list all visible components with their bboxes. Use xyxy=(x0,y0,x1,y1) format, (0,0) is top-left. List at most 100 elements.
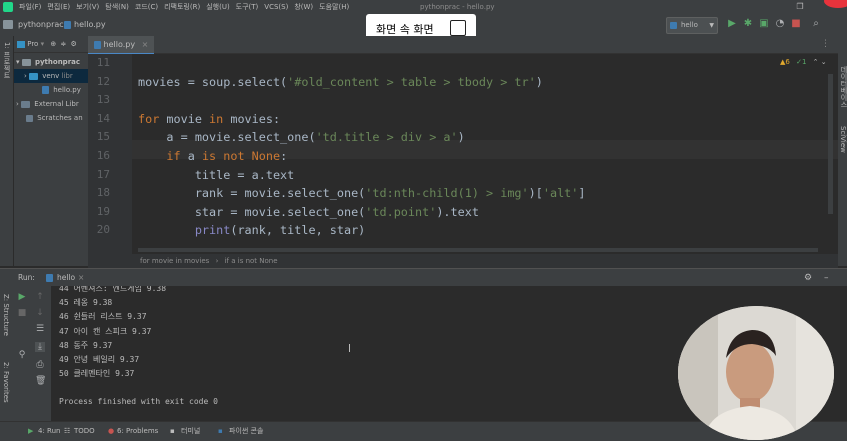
editor-tab-bar: hello.py × ⋮ xyxy=(88,36,838,55)
arrow-down-icon[interactable]: ↓ xyxy=(35,308,45,318)
breadcrumb-separator: › xyxy=(57,20,61,29)
chevron-down-icon[interactable]: ⌄ xyxy=(821,58,827,66)
console-line: Process finished with exit code 0 xyxy=(59,396,218,406)
line-number: 19 xyxy=(96,204,110,218)
project-tool-tab[interactable]: 1: 프로젝트 xyxy=(2,42,12,79)
bottom-tab-todo[interactable]: TODO xyxy=(74,422,95,441)
sciview-tool-tab[interactable]: SciView xyxy=(839,126,847,153)
scratches-icon xyxy=(26,114,33,122)
menu-item[interactable]: 파일(F) xyxy=(16,0,44,14)
structure-tool-tab[interactable]: Z: Structure xyxy=(2,294,10,336)
run-tab-hello[interactable]: hello xyxy=(57,269,75,287)
search-icon[interactable]: ⌕ xyxy=(810,18,822,30)
inspection-widget[interactable]: ▲6 ✓1 ⌃ ⌄ xyxy=(780,58,827,66)
text-cursor xyxy=(349,344,350,352)
run-configuration-select[interactable]: hello ▼ xyxy=(666,17,718,34)
tree-item-venv[interactable]: › venv libr xyxy=(14,69,88,83)
chevron-up-icon[interactable]: ⌃ xyxy=(813,58,819,66)
favorites-tool-tab[interactable]: 2: Favorites xyxy=(2,362,10,403)
minimize-icon[interactable]: – xyxy=(824,269,829,287)
run-icon: ▶ xyxy=(28,427,34,435)
menu-item[interactable]: VCS(S) xyxy=(261,0,291,14)
breadcrumb-for-loop[interactable]: for movie in movies xyxy=(140,257,209,265)
folder-icon xyxy=(29,72,39,80)
tree-item-hello-py[interactable]: hello.py xyxy=(14,83,88,97)
menu-item[interactable]: 탐색(N) xyxy=(102,0,132,14)
chevron-down-icon: ▾ xyxy=(40,40,45,48)
more-icon[interactable]: ⋮ xyxy=(821,39,830,49)
console-line: 47 아이 캔 스피크 9.37 xyxy=(59,326,152,336)
code-token: for xyxy=(138,111,160,126)
tree-item-external-libraries[interactable]: › External Libr xyxy=(14,97,88,111)
menu-item[interactable]: 창(W) xyxy=(291,0,316,14)
python-file-icon xyxy=(42,86,49,94)
locate-icon[interactable]: ⊕ xyxy=(50,40,56,48)
stop-icon[interactable]: ■ xyxy=(790,18,802,30)
line-number: 11 xyxy=(96,56,110,69)
pip-label: 화면 속 화면 xyxy=(376,23,434,36)
bottom-tab-terminal[interactable]: 터미널 xyxy=(181,422,200,441)
run-icon[interactable]: ▶ xyxy=(726,18,738,30)
gear-icon[interactable]: ⚙ xyxy=(71,40,77,48)
code-token: )[ xyxy=(528,186,543,201)
profile-icon[interactable]: ◔ xyxy=(774,18,786,30)
stop-icon[interactable]: ■ xyxy=(17,308,27,318)
menu-item[interactable]: 코드(C) xyxy=(132,0,161,14)
console-line: 49 안녕 베일리 9.37 xyxy=(59,355,140,364)
tree-item-label: hello.py xyxy=(53,86,81,94)
menu-item[interactable]: 도구(T) xyxy=(233,0,262,14)
project-panel-header: Pro ▾ ⊕ ≑ ⚙ xyxy=(14,36,88,53)
python-file-icon xyxy=(94,40,101,49)
arrow-up-icon[interactable]: ↑ xyxy=(35,292,45,302)
code-token: rank = movie.select_one( xyxy=(138,186,366,201)
breadcrumb-if[interactable]: if a is not None xyxy=(225,257,278,265)
tree-item-project-root[interactable]: ▾ pythonprac xyxy=(14,55,88,69)
database-tool-tab[interactable]: 데이터베이스 xyxy=(839,66,847,108)
weak-warning-count: ✓1 xyxy=(796,58,807,66)
pin-icon[interactable]: ⚲ xyxy=(17,350,27,360)
code-token: print xyxy=(194,223,231,238)
editor-scrollbar[interactable] xyxy=(828,74,833,214)
terminal-icon: ▪ xyxy=(170,427,175,435)
soft-wrap-icon[interactable]: ☰ xyxy=(35,324,45,334)
code-token: 'td.title > div > a' xyxy=(315,130,458,145)
debug-icon[interactable]: ✱ xyxy=(742,18,754,30)
tab-label: hello.py xyxy=(103,40,136,49)
menu-item[interactable]: 리팩토링(R) xyxy=(161,0,203,14)
menu-item[interactable]: 실행(U) xyxy=(203,0,232,14)
horizontal-scrollbar[interactable] xyxy=(138,248,818,252)
breadcrumb-file[interactable]: hello.py xyxy=(74,14,106,36)
code-token: (rank, title, star) xyxy=(230,223,366,238)
code-editor[interactable]: 11 12 movies = soup.select('#old_content >… xyxy=(88,54,838,254)
pip-toggle-icon[interactable] xyxy=(450,20,466,36)
bottom-tab-problems[interactable]: 6: Problems xyxy=(117,422,158,441)
tree-item-scratches[interactable]: Scratches an xyxy=(14,111,88,125)
list-icon: ☷ xyxy=(64,427,71,435)
menu-item[interactable]: 도움말(H) xyxy=(316,0,352,14)
bottom-tab-run[interactable]: 4: Run xyxy=(38,422,60,441)
menu-item[interactable]: 편집(E) xyxy=(44,0,73,14)
warning-count: ▲6 xyxy=(780,58,790,66)
chevron-right-icon: › xyxy=(16,100,19,108)
code-token: 'td.point' xyxy=(365,204,437,219)
restore-icon[interactable]: ❐ xyxy=(790,0,810,14)
gear-icon[interactable]: ⚙ xyxy=(804,269,812,287)
collapse-icon[interactable]: ≑ xyxy=(60,40,66,48)
trash-icon[interactable]: 🗑 xyxy=(35,376,46,386)
code-line: title = a.text xyxy=(138,168,294,182)
coverage-icon[interactable]: ▣ xyxy=(758,18,770,30)
tab-hello-py[interactable]: hello.py × xyxy=(88,36,155,55)
code-token: '#old_content > table > tbody > tr' xyxy=(287,74,536,89)
menu-item[interactable]: 보기(V) xyxy=(73,0,102,14)
close-icon[interactable]: × xyxy=(142,40,149,49)
line-number: 14 xyxy=(96,111,110,125)
rerun-icon[interactable]: ▶ xyxy=(17,292,27,302)
code-line: if a is not None: xyxy=(138,149,287,163)
console-line: 46 쉰들러 리스트 9.37 xyxy=(59,312,147,322)
scroll-to-end-icon[interactable]: ⤓ xyxy=(35,342,45,352)
bottom-tab-python-console[interactable]: 파이썬 콘솔 xyxy=(229,422,263,441)
close-icon[interactable]: × xyxy=(78,269,84,287)
project-view-label[interactable]: Pro xyxy=(27,40,38,48)
print-icon[interactable]: ⎙ xyxy=(35,360,45,370)
folder-icon xyxy=(21,58,31,66)
